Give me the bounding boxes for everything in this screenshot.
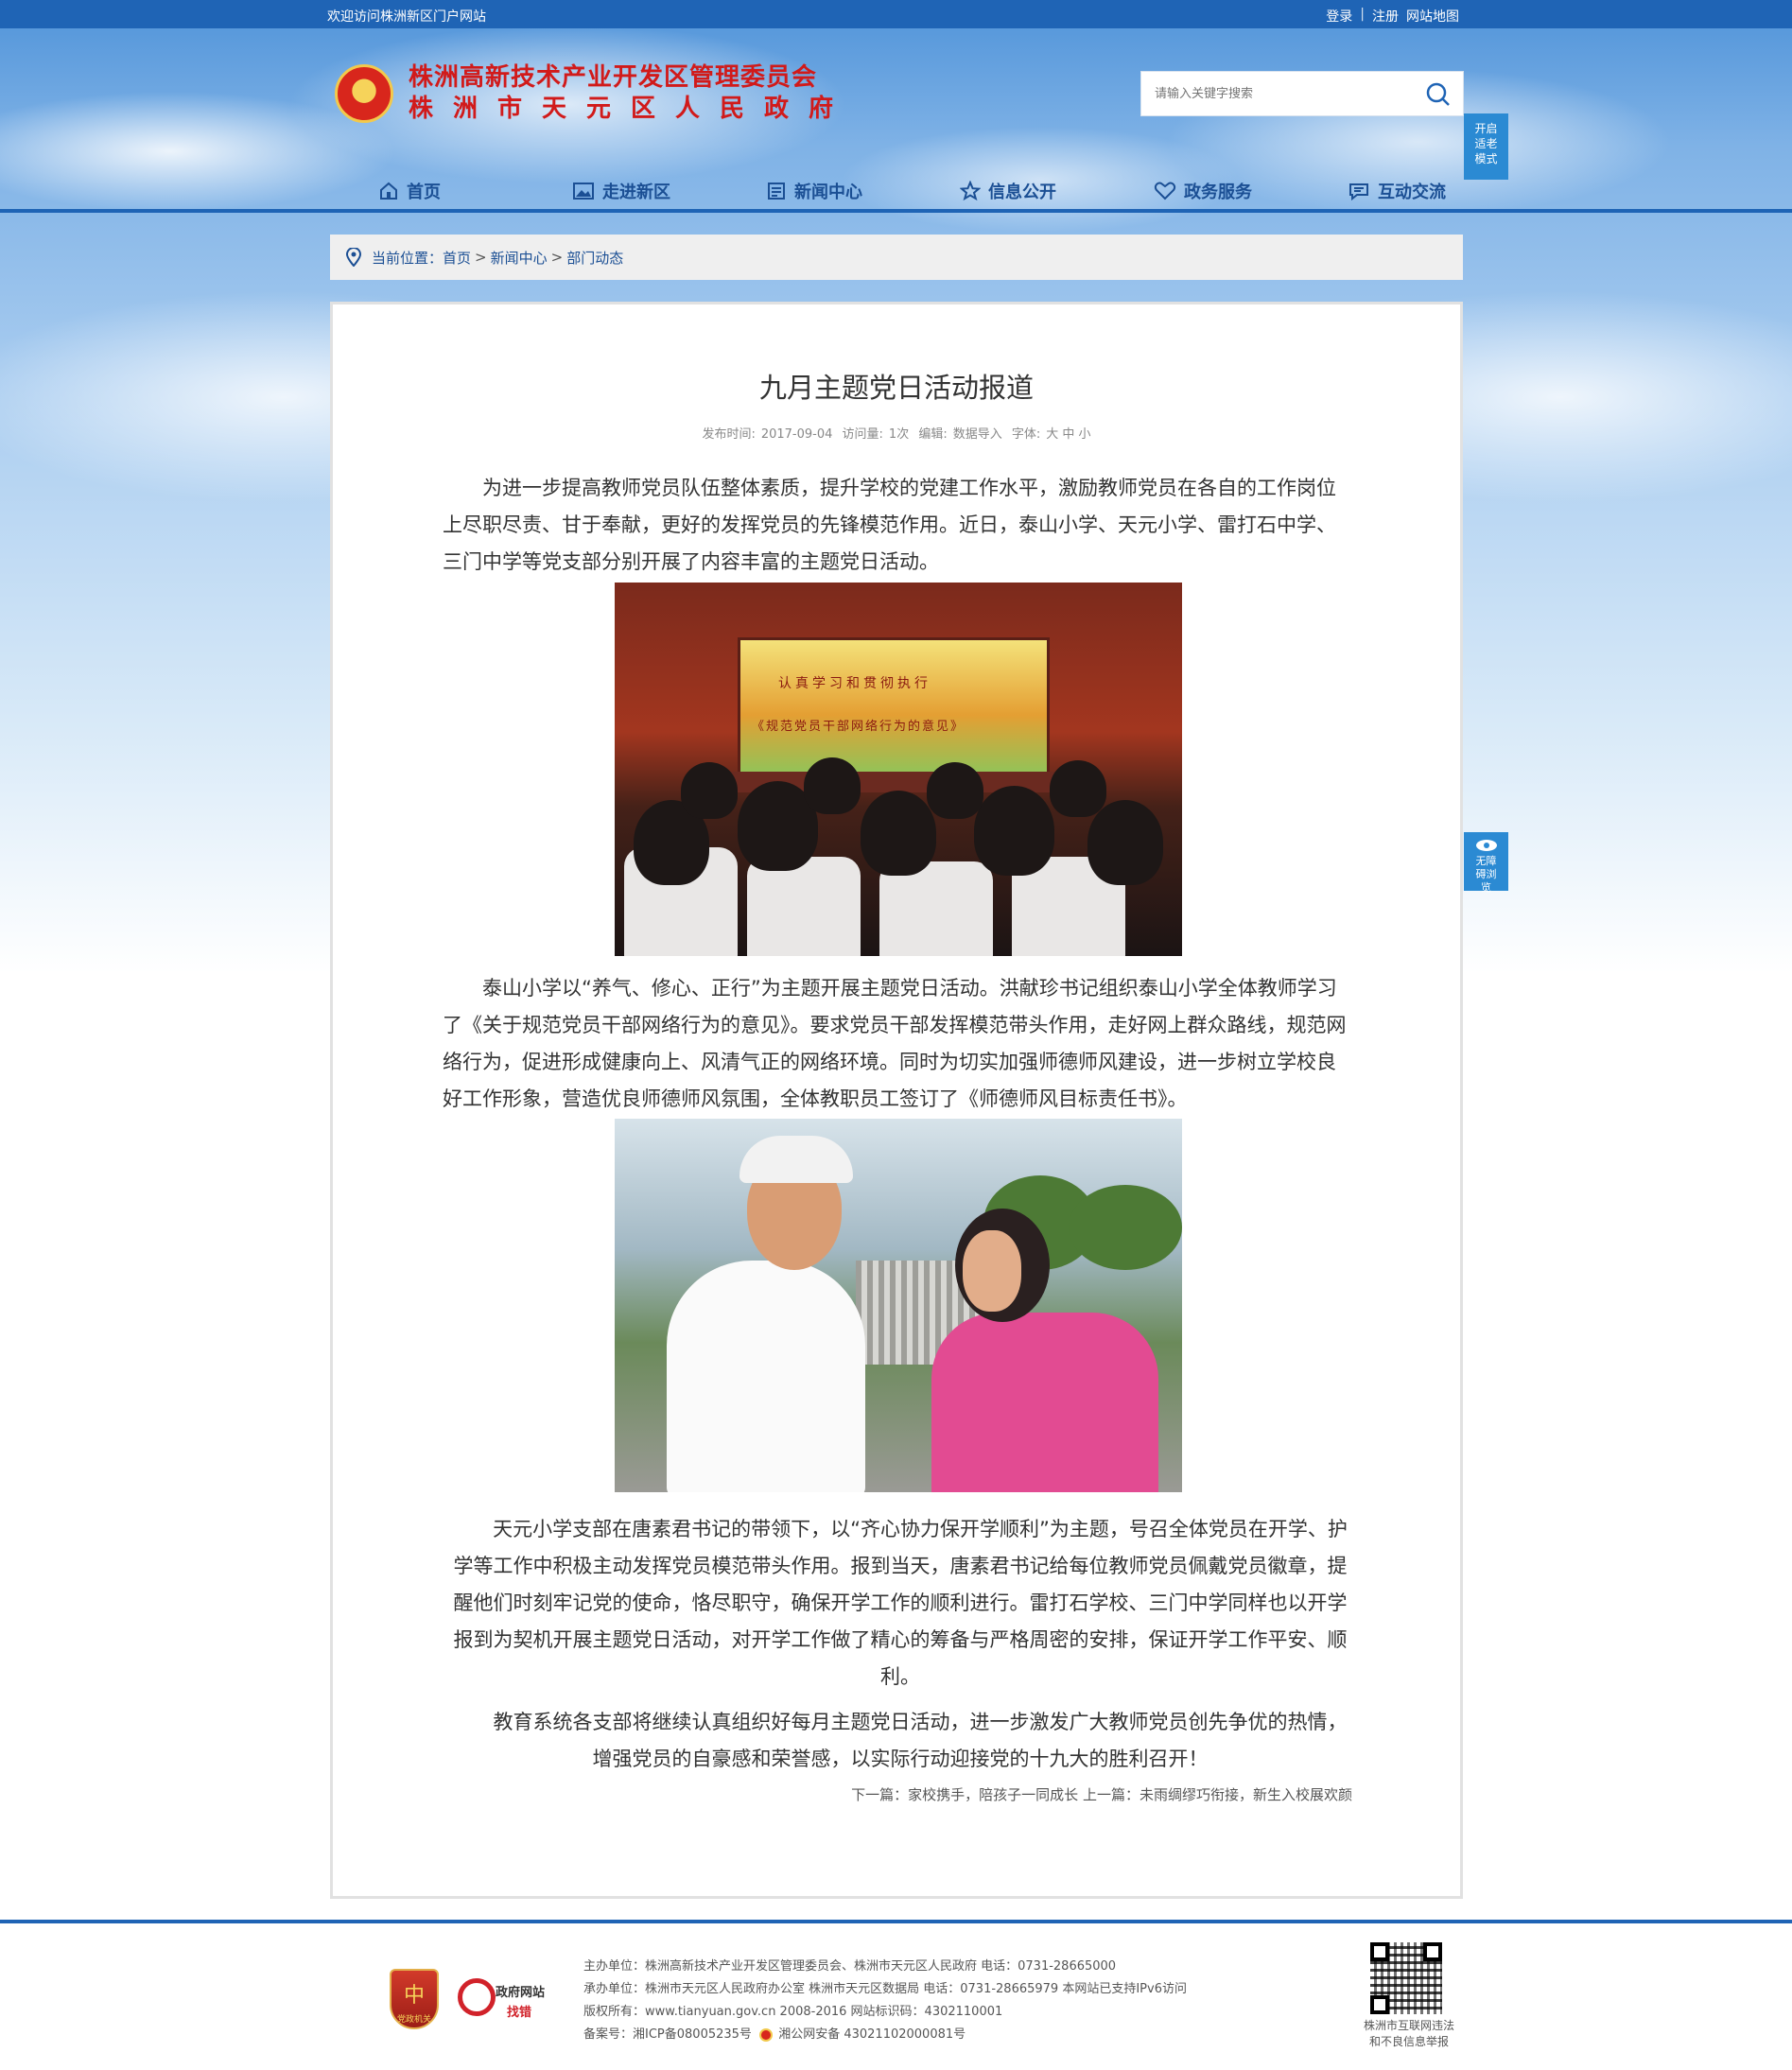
breadcrumb-prefix: 当前位置：: [372, 249, 444, 267]
woman-figure: [931, 1313, 1158, 1492]
article-paragraph: 教育系统各支部将继续认真组织好每月主题党日活动，进一步激发广大教师党员创先争优的…: [493, 1711, 1348, 1770]
top-bar: 欢迎访问株洲新区门户网站 登录 | 注册 网站地图: [0, 0, 1792, 28]
police-record-link[interactable]: 湘公网安备 43021102000081号: [778, 2027, 966, 2042]
badge-text: 党政机关: [396, 2015, 431, 2025]
breadcrumb-home[interactable]: 首页: [443, 248, 471, 268]
search-input[interactable]: [1141, 72, 1406, 115]
login-link[interactable]: 登录: [1326, 7, 1352, 26]
sitemap-link[interactable]: 网站地图: [1406, 7, 1459, 26]
qr-caption-line1: 株洲市互联网违法: [1363, 2019, 1454, 2032]
nav-item-news[interactable]: 新闻中心: [766, 170, 960, 212]
article-paragraph: 泰山小学以“养气、修心、正行”为主题开展主题党日活动。洪献珍书记组织泰山小学全体…: [443, 977, 1347, 1110]
search-box: [1140, 71, 1464, 116]
font-size-switch[interactable]: 大 中 小: [1046, 427, 1090, 442]
site-title: 株洲高新技术产业开发区管理委员会 株洲市天元区人民政府: [409, 62, 853, 124]
badge-line1: 政府网站: [496, 1986, 546, 2000]
badge-line2: 找错: [507, 2006, 532, 2020]
breadcrumb-separator: >: [550, 249, 564, 266]
editor-name: 数据导入: [952, 427, 1002, 442]
national-emblem-icon: [335, 63, 393, 123]
next-article-link[interactable]: 家校携手，陪孩子一同成长: [908, 1786, 1078, 1803]
nav-item-info[interactable]: 信息公开: [960, 170, 1154, 212]
footer-info: 主办单位：株洲高新技术产业开发区管理委员会、株洲市天元区人民政府 电话：0731…: [583, 1956, 1187, 2046]
main-nav: 首页 走进新区 新闻中心 信息公开 政务服务 互动交流: [0, 170, 1792, 212]
footer-host: 主办单位：株洲高新技术产业开发区管理委员会、株洲市天元区人民政府 电话：0731…: [583, 1959, 1117, 1974]
article-title: 九月主题党日活动报道: [758, 372, 1034, 404]
publish-date: 2017-09-04: [760, 427, 833, 442]
footer-copyright: 版权所有：www.tianyuan.gov.cn 2008-2016 网站标识码…: [583, 2005, 1003, 2019]
meeting-photo: 认真学习和贯彻执行 《规范党员干部网络行为的意见》: [615, 583, 1182, 956]
divider: |: [1360, 7, 1365, 22]
eye-icon: [1475, 840, 1497, 851]
party-government-badge[interactable]: 党政机关: [390, 1969, 439, 2029]
visits-count: 1次: [888, 427, 910, 442]
nav-item-label: 政务服务: [1184, 183, 1252, 202]
home-icon: [380, 182, 397, 200]
article-paragraph: 为进一步提高教师党员队伍整体素质，提升学校的党建工作水平，激励教师党员在各自的工…: [443, 477, 1336, 573]
editor-label: 编辑:: [918, 427, 948, 442]
qr-caption-line2: 和不良信息举报: [1368, 2035, 1449, 2048]
publish-label: 发布时间:: [702, 427, 756, 442]
site-title-line1: 株洲高新技术产业开发区管理委员会: [409, 63, 818, 92]
qr-caption: 株洲市互联网违法 和不良信息举报: [1343, 2018, 1475, 2050]
heart-icon: [1154, 182, 1176, 200]
site-logo[interactable]: 株洲高新技术产业开发区管理委员会 株洲市天元区人民政府: [335, 62, 853, 124]
footer: 党政机关 政府网站 找错 主办单位：株洲高新技术产业开发区管理委员会、株洲市天元…: [0, 1923, 1792, 2070]
screen-text-line1: 认真学习和贯彻执行: [778, 676, 931, 691]
star-icon: [960, 181, 981, 201]
nav-divider: [0, 209, 1792, 213]
news-icon: [768, 183, 785, 200]
icp-link[interactable]: 备案号：湘ICP备08005235号: [583, 2027, 752, 2042]
magnifier-icon: [458, 1978, 496, 2016]
footer-record: 备案号：湘ICP备08005235号 湘公网安备 43021102000081号: [583, 2024, 1187, 2046]
visits-label: 访问量:: [842, 427, 883, 442]
qr-code: [1370, 1942, 1442, 2014]
chat-icon: [1349, 183, 1368, 201]
nav-item-label: 首页: [407, 183, 441, 202]
register-link[interactable]: 注册: [1372, 7, 1399, 26]
report-error-badge[interactable]: 政府网站 找错: [458, 1976, 557, 2022]
font-size-label: 字体:: [1011, 427, 1041, 442]
screen-text-line2: 《规范党员干部网络行为的意见》: [752, 720, 966, 734]
man-figure: [667, 1261, 865, 1492]
breadcrumb-news[interactable]: 新闻中心: [491, 248, 548, 268]
accessibility-label: 无障碍浏览: [1475, 855, 1497, 894]
breadcrumb-separator: >: [475, 249, 487, 266]
location-pin-icon: [345, 248, 362, 267]
stage-screen: 认真学习和贯彻执行 《规范党员干部网络行为的意见》: [738, 637, 1050, 779]
search-icon[interactable]: [1425, 81, 1452, 108]
nav-item-label: 互动交流: [1378, 183, 1446, 202]
article-meta: 发布时间: 2017-09-04 访问量: 1次 编辑: 数据导入 字体: 大 中 小: [333, 424, 1460, 442]
footer-undertaker: 承办单位：株洲市天元区人民政府办公室 株洲市天元区数据局 电话：0731-286…: [583, 1982, 1187, 1996]
welcome-text: 欢迎访问株洲新区门户网站: [327, 9, 486, 25]
breadcrumb-dept[interactable]: 部门动态: [566, 248, 623, 268]
image-icon: [573, 183, 594, 200]
accessibility-button[interactable]: 无障碍浏览: [1464, 832, 1508, 894]
top-links: 登录 | 注册 网站地图: [1326, 7, 1459, 26]
audience: [615, 757, 1182, 956]
badge-ceremony-photo: [615, 1119, 1182, 1492]
article-container: 九月主题党日活动报道 发布时间: 2017-09-04 访问量: 1次 编辑: 数据导…: [330, 302, 1463, 1899]
site-title-line2: 株洲市天元区人民政府: [409, 94, 854, 123]
nav-item-interact[interactable]: 互动交流: [1348, 170, 1541, 212]
article-navigation: 下一篇：家校携手，陪孩子一同成长 上一篇：未雨绸缪巧衔接，新生入校展欢颜: [443, 1784, 1352, 1804]
next-label: 下一篇：: [851, 1786, 909, 1803]
nav-item-label: 新闻中心: [794, 183, 862, 202]
nav-item-label: 信息公开: [988, 183, 1056, 202]
nav-item-home[interactable]: 首页: [378, 170, 572, 212]
nav-item-label: 走进新区: [602, 183, 670, 202]
breadcrumb: 当前位置： 首页 > 新闻中心 > 部门动态: [330, 235, 1463, 280]
police-badge-icon: [759, 2027, 774, 2042]
nav-item-service[interactable]: 政务服务: [1154, 170, 1348, 212]
nav-item-about[interactable]: 走进新区: [572, 170, 766, 212]
prev-article-link[interactable]: 未雨绸缪巧衔接，新生入校展欢颜: [1140, 1786, 1352, 1803]
article-paragraph: 天元小学支部在唐素君书记的带领下，以“齐心协力保开学顺利”为主题，号召全体党员在…: [453, 1518, 1348, 1688]
prev-label: 上一篇：: [1082, 1786, 1140, 1803]
